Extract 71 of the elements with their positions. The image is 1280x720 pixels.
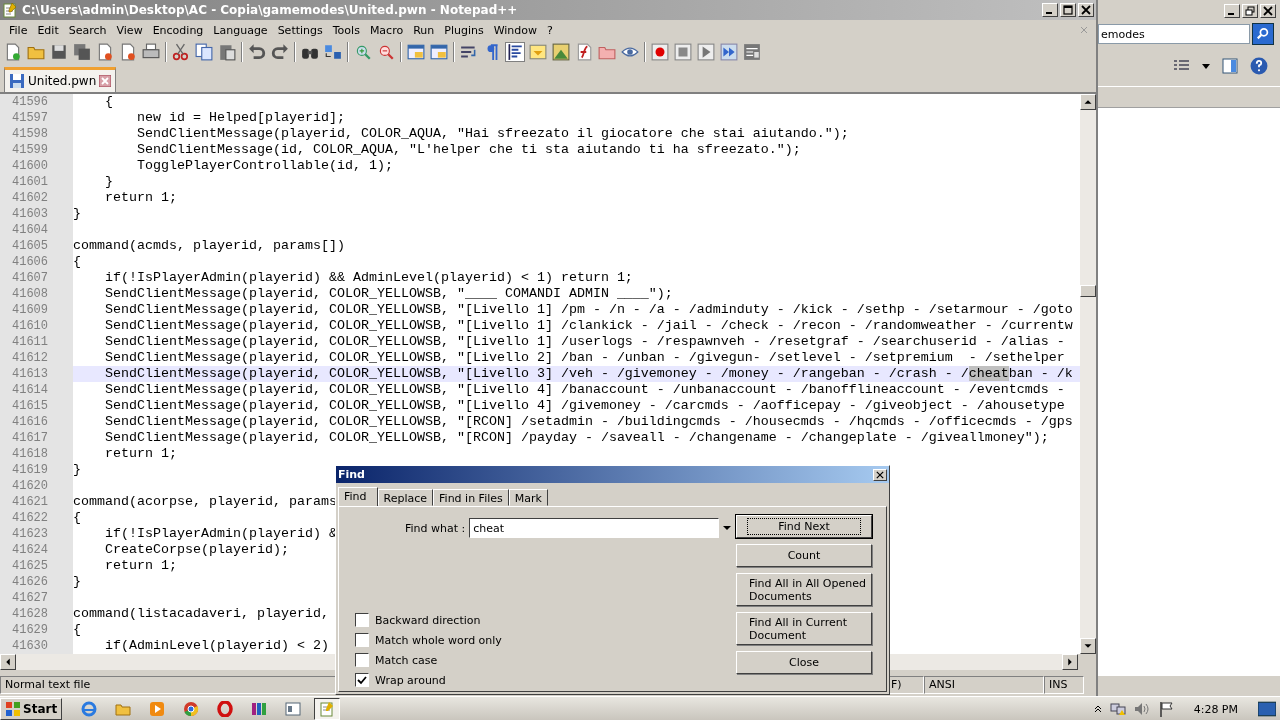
code-line: SendClientMessage(playerid, COLOR_YELLOWSB, "[Livello 4] /givemoney - /carcmds - /aofficepay - /giveobject - /ahousetype <box>104 398 1065 414</box>
line-number: 41604 <box>0 222 73 238</box>
code-line: SendClientMessage(playerid, COLOR_YELLOWSB, "[RCON] /payday - /saveall - /changename - /changeplate - /giveallmoney"); <box>104 430 1049 446</box>
line-number: 41619 <box>0 462 73 478</box>
code-line: return 1; <box>104 558 177 574</box>
status-text: ANSI <box>924 676 1044 694</box>
code-line: command(listacadaveri, playerid, <box>73 606 329 622</box>
line-number: 41626 <box>0 574 73 590</box>
code-line: return 1; <box>104 190 177 206</box>
line-number: 41620 <box>0 478 73 494</box>
line-number: 41611 <box>0 334 73 350</box>
code-line: SendClientMessage(playerid, COLOR_YELLOWSB, "[Livello 1] /pm - /n - /a - /adminduty - /kick - /sethp - /setarmour - /goto <box>104 302 1073 318</box>
line-number: 41625 <box>0 558 73 574</box>
line-number: 41630 <box>0 638 73 654</box>
window-title: C:\Users\admin\Desktop\AC - Copia\gamemodes\United.pwn - Notepad++ <box>22 3 518 17</box>
code-line: SendClientMessage(playerid, COLOR_YELLOWSB, "[Livello 3] /veh - /givemoney - /money - /rangeban - /crash - /cheatban - /k <box>104 366 1073 382</box>
code-line: SendClientMessage(playerid, COLOR_YELLOWSB, "[Livello 2] /ban - /unban - /givegun- /setlevel - /setpremium - /sethelper <box>104 350 1065 366</box>
code-line: { <box>73 622 81 638</box>
code-line: SendClientMessage(id, COLOR_AQUA, "L'helper che ti sta aiutando ti ha sfreezato."); <box>136 142 801 158</box>
code-line: command(acorpse, playerid, params <box>73 494 337 510</box>
code-line: SendClientMessage(playerid, COLOR_YELLOWSB, "[Livello 1] /clankick - /jail - /check - /recon - /randomweather - /currentw <box>104 318 1073 334</box>
code-line: if(!IsPlayerAdmin(playerid) && AdminLevel(playerid) < 1) return 1; <box>104 270 633 286</box>
line-number: 41606 <box>0 254 73 270</box>
find-what-label: Find what : <box>405 521 466 535</box>
status-text: INS <box>1044 676 1084 694</box>
line-number: 41603 <box>0 206 73 222</box>
line-number: 41597 <box>0 110 73 126</box>
code-line: CreateCorpse(playerid); <box>104 542 289 558</box>
line-number: 41623 <box>0 526 73 542</box>
code-line: SendClientMessage(playerid, COLOR_YELLOWSB, "____ COMANDI ADMIN ____"); <box>104 286 673 302</box>
code-line: SendClientMessage(playerid, COLOR_AQUA, "Hai sfreezato il giocatore che stai aiutando."); <box>136 126 849 142</box>
code-line: TogglePlayerControllable(id, 1); <box>136 158 393 174</box>
code-line: return 1; <box>104 446 177 462</box>
dialog-title: Find <box>338 468 365 481</box>
line-number: 41622 <box>0 510 73 526</box>
line-number: 41610 <box>0 318 73 334</box>
line-number: 41608 <box>0 286 73 302</box>
code-line: { <box>104 94 113 110</box>
line-number: 41598 <box>0 126 73 142</box>
line-number: 41628 <box>0 606 73 622</box>
code-line: new id = Helped[playerid]; <box>136 110 345 126</box>
code-line: } <box>73 462 81 478</box>
code-line: } <box>104 174 113 190</box>
line-number: 41596 <box>0 94 73 110</box>
code-line: SendClientMessage(playerid, COLOR_YELLOWSB, "[RCON] /setadmin - /buildingcmds - /housecmds - /hqcmds - /officecmds - /gps <box>104 414 1073 430</box>
line-number: 41602 <box>0 190 73 206</box>
code-line: } <box>73 574 81 590</box>
code-line: } <box>73 206 81 222</box>
line-number: 41615 <box>0 398 73 414</box>
line-number: 41617 <box>0 430 73 446</box>
line-number: 41618 <box>0 446 73 462</box>
line-number: 41607 <box>0 270 73 286</box>
code-line: SendClientMessage(playerid, COLOR_YELLOWSB, "[Livello 1] /userlogs - /respawnveh - /resetgraf - /searchuserid - /alias - <box>104 334 1065 350</box>
line-number: 41601 <box>0 174 73 190</box>
code-line: { <box>73 254 81 270</box>
line-number: 41624 <box>0 542 73 558</box>
code-line: SendClientMessage(playerid, COLOR_YELLOWSB, "[Livello 4] /banaccount - /unbanaccount - /banofflineaccount - /eventcmds - <box>104 382 1065 398</box>
line-number: 41627 <box>0 590 73 606</box>
line-number: 41599 <box>0 142 73 158</box>
line-number: 41600 <box>0 158 73 174</box>
line-number: 41616 <box>0 414 73 430</box>
line-number: 41614 <box>0 382 73 398</box>
code-line: command(acmds, playerid, params[]) <box>73 238 345 254</box>
line-number: 41613 <box>0 366 73 382</box>
code-line: if(AdminLevel(playerid) < 2) <box>104 638 329 654</box>
line-number: 41621 <box>0 494 73 510</box>
line-number: 41612 <box>0 350 73 366</box>
code-line: { <box>73 510 81 526</box>
line-number: 41629 <box>0 622 73 638</box>
line-number: 41605 <box>0 238 73 254</box>
line-number: 41609 <box>0 302 73 318</box>
